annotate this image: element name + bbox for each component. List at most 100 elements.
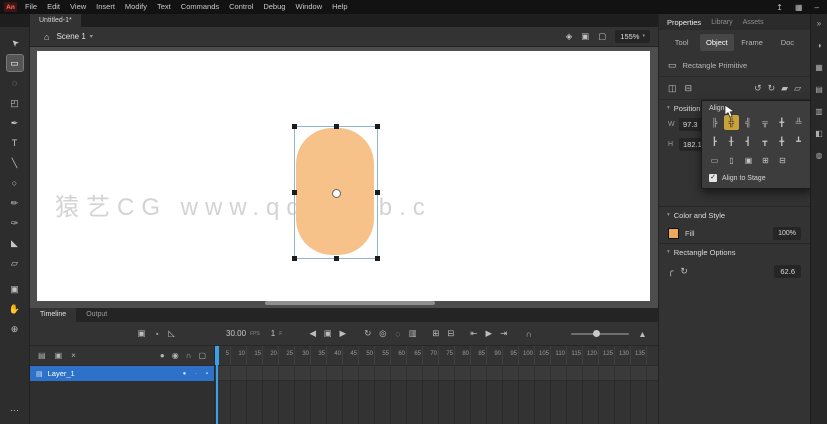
align-left-icon[interactable]: ╠	[707, 115, 722, 130]
bring-forward-icon[interactable]: ▰	[781, 83, 788, 94]
menu-text[interactable]: Text	[152, 0, 176, 14]
corner-radius-icon[interactable]: ╭	[668, 266, 673, 277]
zoom-tool[interactable]: ⊕	[7, 321, 23, 337]
remove-keyframe-icon[interactable]: ⊟	[444, 328, 457, 339]
outline-column-icon[interactable]: ▢	[198, 351, 206, 360]
layer-row[interactable]: ▤ Layer_1 ● ∙ ▪	[30, 366, 214, 381]
prev-keyframe-icon[interactable]: ⇤	[467, 328, 480, 339]
fill-alpha-field[interactable]: 100%	[773, 226, 801, 240]
corner-radius-field[interactable]: 62.6	[774, 264, 801, 278]
timeline-zoom-fit-icon[interactable]: ▲	[636, 329, 649, 339]
align-right-icon[interactable]: ╣	[741, 115, 756, 130]
space-vertical-icon[interactable]: ⊟	[775, 153, 790, 168]
tab-doc[interactable]: Doc	[771, 34, 804, 51]
center-playhead-icon[interactable]: ▣	[321, 328, 334, 339]
parenting-view-icon[interactable]: ◔	[150, 329, 163, 339]
brush-tool[interactable]: ✑	[7, 215, 23, 231]
camera-icon[interactable]: ▣	[581, 31, 589, 42]
flip-vertical-icon[interactable]: ⊟	[685, 83, 693, 94]
line-tool[interactable]: ╲	[7, 155, 23, 171]
playhead-line[interactable]	[216, 346, 218, 424]
stage-horizontal-scrollbar[interactable]	[265, 301, 435, 305]
selection-tool[interactable]: ➤	[3, 32, 26, 55]
rotate-left-icon[interactable]: ↺	[754, 83, 762, 94]
reset-corners-icon[interactable]: ↻	[680, 266, 688, 277]
tab-output[interactable]: Output	[76, 308, 117, 322]
document-tab[interactable]: Untitled-1*	[30, 14, 81, 27]
scene-breadcrumb[interactable]: Scene 1	[56, 32, 85, 41]
clip-outside-stage-icon[interactable]: ▢	[598, 31, 606, 42]
selection-handle[interactable]	[292, 256, 297, 261]
distribute-left-icon[interactable]: ┣	[707, 134, 722, 149]
new-layer-icon[interactable]: ▤	[38, 351, 46, 360]
match-width-icon[interactable]: ▭	[707, 153, 722, 168]
current-frame-value[interactable]: 1	[271, 329, 275, 338]
cc-libraries-icon[interactable]: ◍	[816, 151, 823, 160]
text-tool[interactable]: T	[7, 135, 23, 151]
edit-toolbar-icon[interactable]: ⋯	[10, 405, 19, 416]
edit-multiple-frames-icon[interactable]: ▥	[406, 328, 419, 339]
menu-file[interactable]: File	[20, 0, 42, 14]
match-height-icon[interactable]: ▯	[724, 153, 739, 168]
tab-timeline[interactable]: Timeline	[30, 308, 77, 322]
align-to-stage-row[interactable]: ✓ Align to Stage	[702, 170, 811, 188]
camera-tool[interactable]: ▣	[7, 281, 23, 297]
transform-point[interactable]	[332, 188, 341, 198]
distribute-right-icon[interactable]: ┫	[741, 134, 756, 149]
fill-color-swatch[interactable]	[668, 227, 679, 239]
new-folder-icon[interactable]: ▣	[55, 351, 63, 360]
camera-layer-icon[interactable]: ▣	[135, 328, 148, 339]
library-panel-icon[interactable]: ▤	[815, 85, 823, 94]
share-icon[interactable]: ↥	[776, 3, 783, 12]
timeline-zoom-slider[interactable]	[571, 330, 629, 337]
distribute-bottom-icon[interactable]: ┻	[791, 134, 806, 149]
selection-handle[interactable]	[333, 256, 339, 261]
lock-column-icon[interactable]: ∩	[186, 351, 192, 360]
delete-layer-icon[interactable]: ×	[71, 351, 76, 360]
tab-object[interactable]: Object	[700, 34, 734, 51]
stage-canvas[interactable]: 猿艺CG www.qdnxxfb.c	[37, 51, 650, 301]
scene-home-icon[interactable]: ⌂	[44, 32, 49, 42]
oval-tool[interactable]: ○	[7, 175, 23, 191]
eraser-tool[interactable]: ▱	[7, 255, 23, 271]
pen-tool[interactable]: ✒	[7, 115, 23, 131]
align-v-center-icon[interactable]: ╋	[774, 115, 789, 130]
rotate-right-icon[interactable]: ↻	[768, 83, 776, 94]
layer-visibility-dot[interactable]: ●	[183, 371, 187, 377]
tab-tool[interactable]: Tool	[665, 34, 698, 51]
align-bottom-icon[interactable]: ╩	[791, 115, 806, 130]
layer-outline-swatch[interactable]: ▪	[206, 371, 208, 377]
hand-tool[interactable]: ✋	[7, 301, 23, 317]
send-backward-icon[interactable]: ▱	[794, 83, 801, 94]
paint-bucket-tool[interactable]: ◣	[7, 235, 23, 251]
graph-editor-icon[interactable]: ◺	[165, 328, 178, 339]
highlight-column-icon[interactable]: ●	[160, 351, 165, 360]
snap-icon[interactable]: ∩	[522, 329, 535, 339]
fps-value[interactable]: 30.00	[226, 329, 246, 338]
selection-handle[interactable]	[375, 256, 380, 261]
layer-name[interactable]: Layer_1	[48, 369, 75, 378]
insert-keyframe-icon[interactable]: ⊞	[429, 328, 442, 339]
tab-frame[interactable]: Frame	[736, 34, 769, 51]
pencil-tool[interactable]: ✏	[7, 195, 23, 211]
minimize-icon[interactable]: –	[815, 3, 819, 12]
pasteboard[interactable]: 猿艺CG www.qdnxxfb.c	[30, 47, 658, 308]
tab-assets[interactable]: Assets	[743, 19, 764, 26]
menu-control[interactable]: Control	[224, 0, 258, 14]
workspace-icon[interactable]: ▦	[795, 3, 803, 12]
zoom-level-select[interactable]: 155% ▾	[615, 30, 650, 43]
menu-edit[interactable]: Edit	[42, 0, 65, 14]
timeline-zoom-slider-knob[interactable]	[593, 330, 600, 337]
frames-pane[interactable]: 5 10 15 20 25 30 35 40 45 50 55 60 65 70 75 80 85 90 95 100…	[215, 346, 658, 424]
layer-lock-dot[interactable]: ∙	[195, 371, 197, 377]
free-transform-tool[interactable]: ◰	[7, 95, 23, 111]
edit-scene-chevron-icon[interactable]: ▾	[90, 33, 93, 40]
step-forward-icon[interactable]: ▶	[336, 328, 349, 339]
align-panel-icon[interactable]: ◧	[815, 129, 823, 138]
menu-view[interactable]: View	[65, 0, 91, 14]
onion-skin-icon[interactable]: ◎	[376, 328, 389, 339]
space-horizontal-icon[interactable]: ⊞	[758, 153, 773, 168]
center-stage-icon[interactable]: ◈	[566, 31, 573, 42]
tab-properties[interactable]: Properties	[667, 18, 701, 27]
align-to-stage-checkbox[interactable]: ✓	[709, 174, 717, 182]
